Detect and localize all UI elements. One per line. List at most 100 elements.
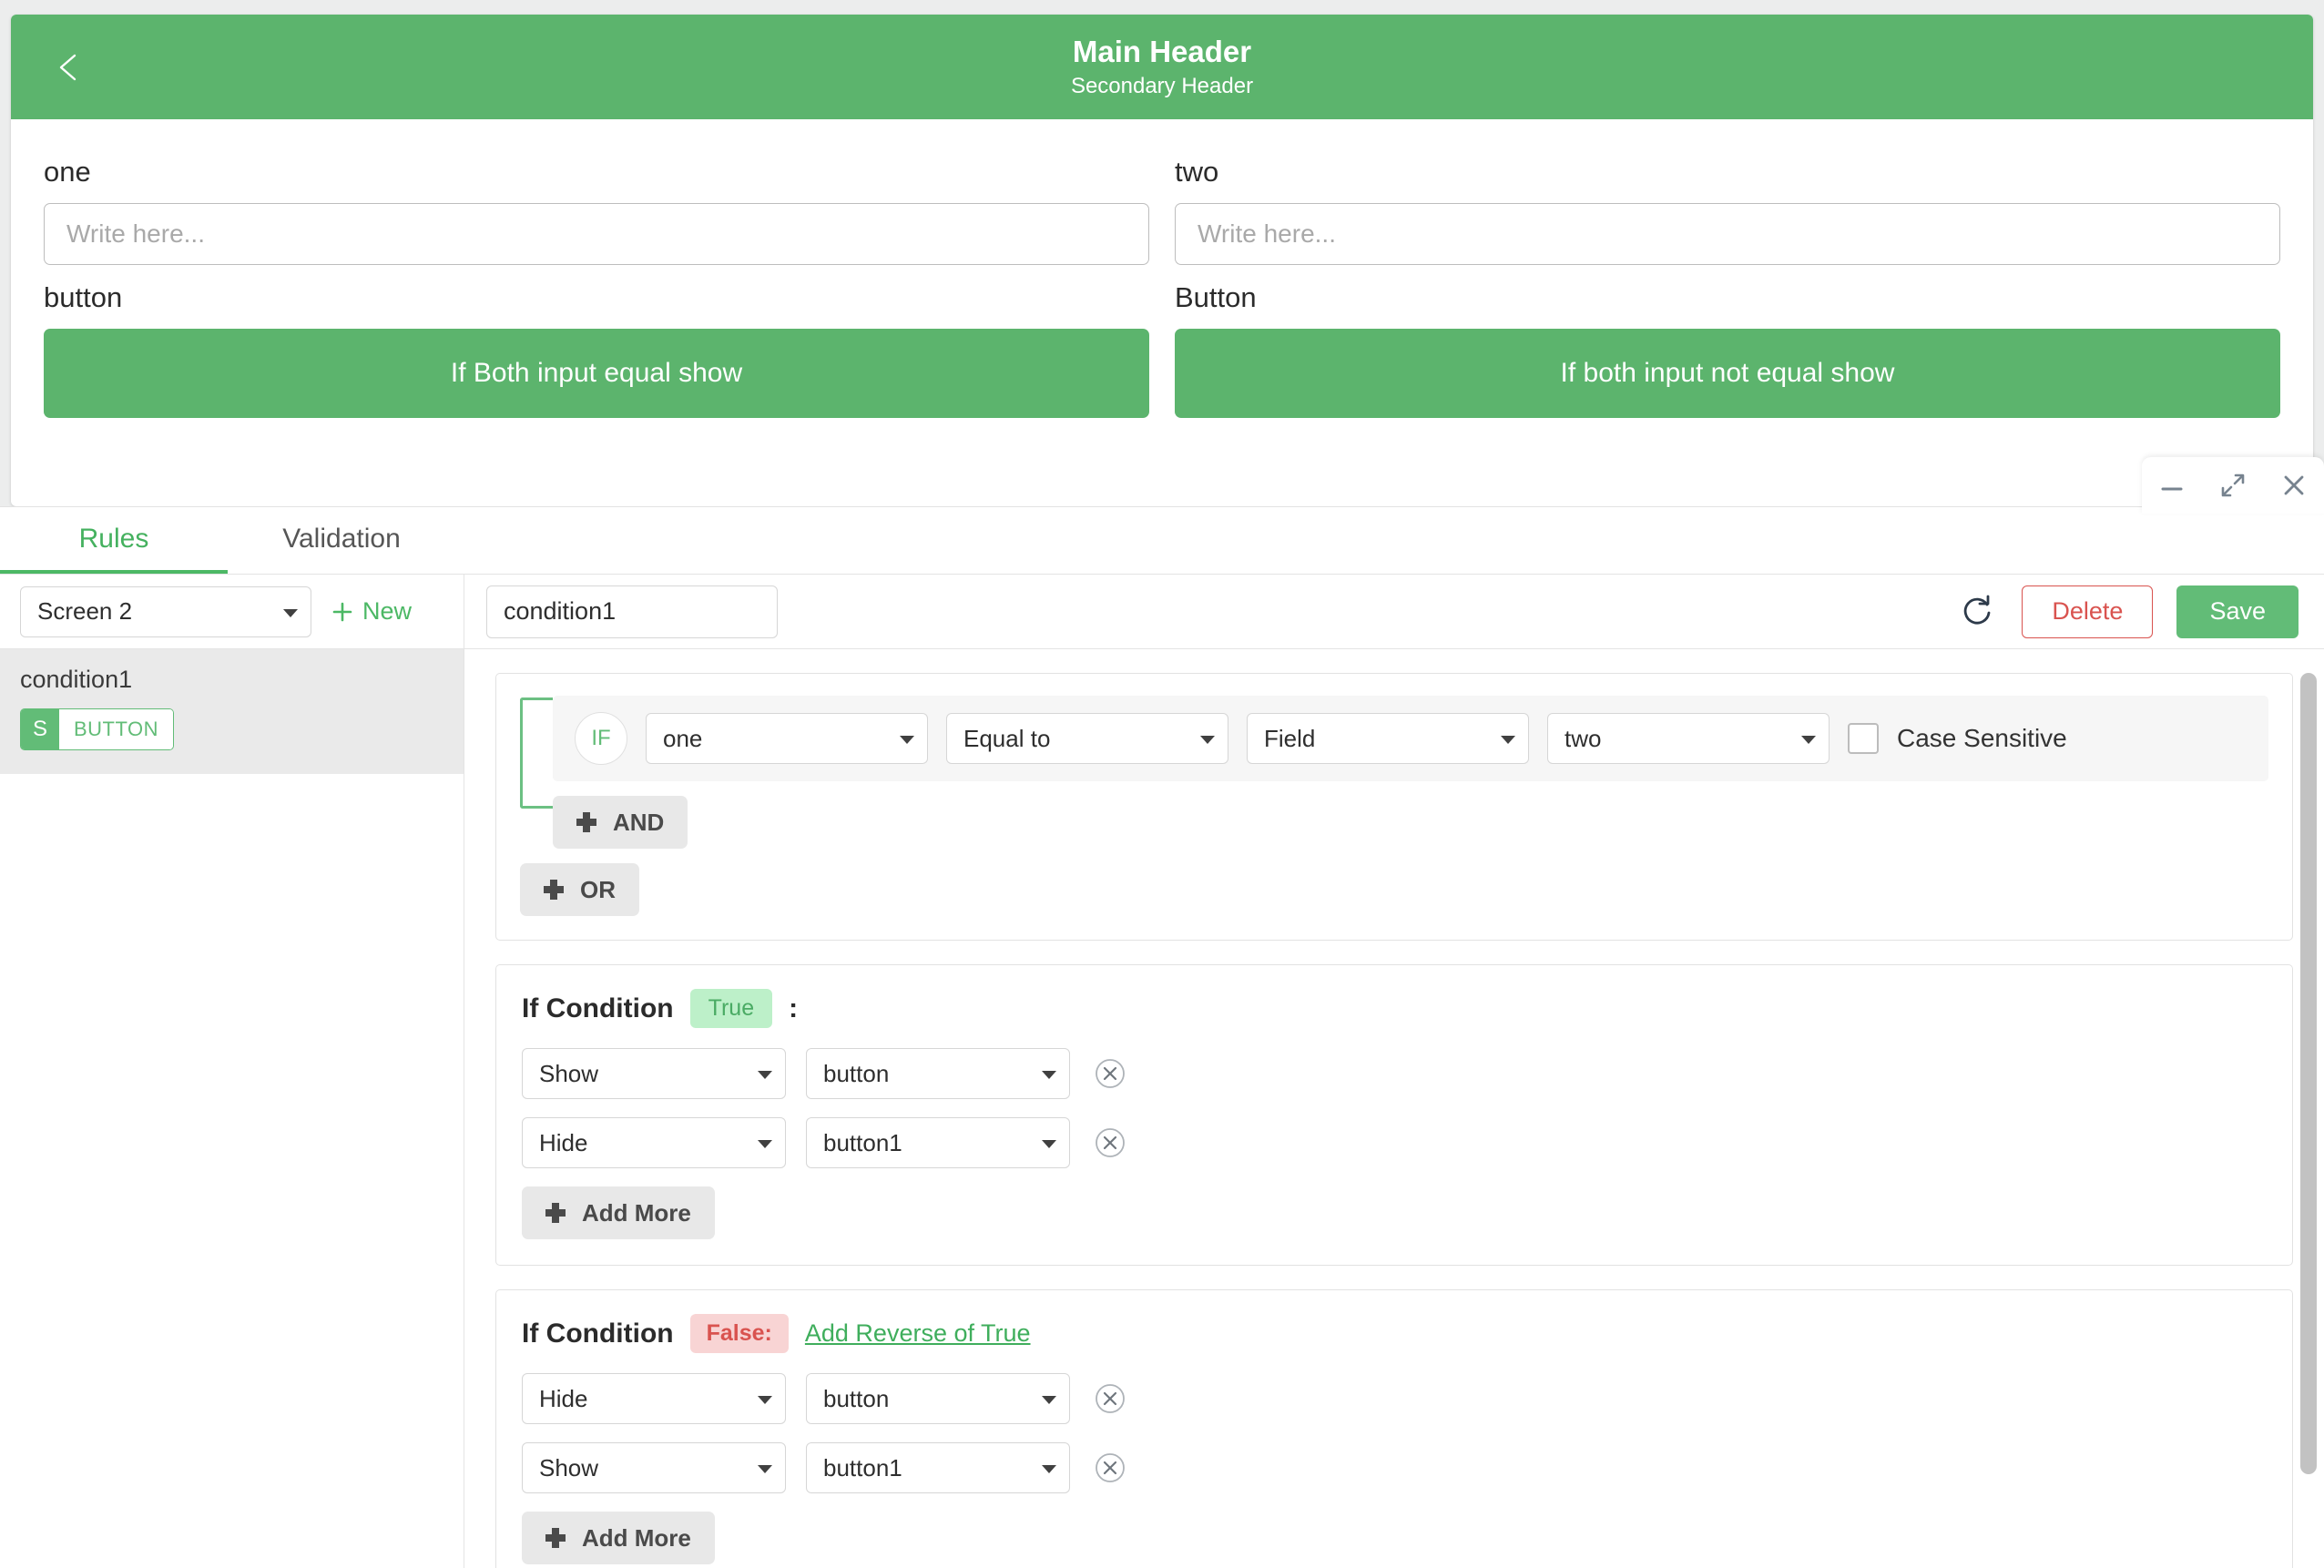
panel-body: condition1 S BUTTON IF one Equal to Fiel… bbox=[0, 649, 2324, 1568]
page-title: Main Header bbox=[1072, 34, 1252, 68]
remove-action-icon[interactable] bbox=[1090, 1448, 1130, 1488]
add-and-label: AND bbox=[613, 808, 665, 836]
sidebar-item-condition1[interactable]: condition1 S BUTTON bbox=[0, 649, 464, 774]
true-tag: True bbox=[689, 989, 773, 1028]
true-action-row-1: Show button bbox=[522, 1048, 2267, 1099]
badge-screen-letter: S bbox=[21, 709, 59, 749]
true-target-value-2: button1 bbox=[823, 1128, 902, 1156]
preview-card: Main Header Secondary Header one two bbox=[11, 15, 2313, 506]
remove-action-icon[interactable] bbox=[1090, 1379, 1130, 1419]
add-or-button[interactable]: OR bbox=[520, 863, 639, 916]
chevron-down-icon bbox=[1042, 1396, 1056, 1404]
remove-action-icon[interactable] bbox=[1090, 1123, 1130, 1163]
false-target-select-1[interactable]: button bbox=[806, 1373, 1070, 1424]
if-compare-type-value: Field bbox=[1264, 724, 1316, 752]
status-badge: S BUTTON bbox=[20, 708, 175, 750]
field-label-one: one bbox=[44, 156, 91, 188]
badge-element-type: BUTTON bbox=[59, 709, 174, 749]
save-button[interactable]: Save bbox=[2176, 585, 2299, 638]
true-colon: : bbox=[789, 993, 799, 1023]
field-group-one: one bbox=[44, 139, 1149, 265]
tab-rules[interactable]: Rules bbox=[0, 507, 228, 574]
preview-area: Main Header Secondary Header one two bbox=[0, 0, 2324, 506]
minimize-icon[interactable] bbox=[2153, 466, 2191, 504]
chevron-down-icon bbox=[1042, 1140, 1056, 1148]
input-one[interactable] bbox=[44, 203, 1149, 265]
if-condition-false-block: If Condition False: Add Reverse of True … bbox=[495, 1289, 2293, 1568]
close-icon[interactable] bbox=[2275, 466, 2313, 504]
app-banner: Main Header Secondary Header bbox=[11, 15, 2313, 119]
true-block-title: If Condition bbox=[522, 993, 674, 1023]
true-add-more-button[interactable]: Add More bbox=[522, 1186, 715, 1239]
plus-icon bbox=[545, 1203, 566, 1223]
true-add-more-label: Add More bbox=[582, 1198, 691, 1227]
condition-bracket bbox=[520, 697, 553, 809]
app-root: Main Header Secondary Header one two bbox=[0, 0, 2324, 1568]
true-action-select-2[interactable]: Hide bbox=[522, 1117, 786, 1168]
add-reverse-of-true-link[interactable]: Add Reverse of True bbox=[805, 1319, 1031, 1348]
chevron-down-icon bbox=[758, 1396, 772, 1404]
true-action-row-2: Hide button1 bbox=[522, 1117, 2267, 1168]
new-rule-label: New bbox=[362, 597, 413, 625]
field-row: one two bbox=[44, 139, 2280, 265]
false-add-more-button[interactable]: Add More bbox=[522, 1512, 715, 1564]
show-if-not-equal-button[interactable]: If both input not equal show bbox=[1175, 329, 2280, 418]
condition-name-input[interactable] bbox=[486, 585, 778, 638]
true-action-select-1[interactable]: Show bbox=[522, 1048, 786, 1099]
if-badge: IF bbox=[575, 712, 627, 765]
sidebar-item-label: condition1 bbox=[20, 666, 133, 693]
page-subtitle: Secondary Header bbox=[1070, 74, 1254, 99]
false-action-row-2: Show button1 bbox=[522, 1442, 2267, 1493]
true-target-value-1: button bbox=[823, 1059, 890, 1087]
add-and-button[interactable]: AND bbox=[553, 796, 688, 849]
false-action-value-1: Hide bbox=[539, 1384, 588, 1412]
screen-select-value: Screen 2 bbox=[37, 597, 133, 625]
refresh-icon[interactable] bbox=[1956, 591, 1998, 633]
false-target-value-2: button1 bbox=[823, 1453, 902, 1481]
true-target-select-2[interactable]: button1 bbox=[806, 1117, 1070, 1168]
remove-action-icon[interactable] bbox=[1090, 1054, 1130, 1094]
delete-button[interactable]: Delete bbox=[2022, 585, 2154, 638]
toolbar-middle bbox=[464, 585, 1956, 638]
input-two[interactable] bbox=[1175, 203, 2280, 265]
content-scrollbar[interactable] bbox=[2300, 673, 2317, 1474]
false-target-select-2[interactable]: button1 bbox=[806, 1442, 1070, 1493]
if-condition-row: IF one Equal to Field two Case Sensitive bbox=[553, 696, 2268, 781]
chevron-down-icon bbox=[1042, 1071, 1056, 1079]
chevron-down-icon bbox=[758, 1140, 772, 1148]
chevron-down-icon bbox=[758, 1071, 772, 1079]
rules-panel: Rules Validation Screen 2 New condition1… bbox=[0, 506, 2324, 1568]
if-operator-select[interactable]: Equal to bbox=[946, 713, 1228, 764]
false-action-select-2[interactable]: Show bbox=[522, 1442, 786, 1493]
if-field-value: one bbox=[663, 724, 703, 752]
case-sensitive-checkbox[interactable] bbox=[1848, 723, 1879, 754]
plus-icon bbox=[332, 602, 352, 621]
chevron-down-icon bbox=[1501, 736, 1515, 744]
button-group-two: Button If both input not equal show bbox=[1175, 265, 2280, 418]
if-field-select[interactable]: one bbox=[646, 713, 928, 764]
if-compare-type-select[interactable]: Field bbox=[1247, 713, 1529, 764]
screen-select[interactable]: Screen 2 bbox=[20, 585, 311, 637]
chevron-down-icon bbox=[283, 608, 298, 617]
show-if-equal-button[interactable]: If Both input equal show bbox=[44, 329, 1149, 418]
true-target-select-1[interactable]: button bbox=[806, 1048, 1070, 1099]
toolbar-right: Delete Save bbox=[1956, 585, 2299, 638]
new-rule-button[interactable]: New bbox=[331, 597, 412, 626]
false-block-header: If Condition False: Add Reverse of True bbox=[522, 1314, 2267, 1353]
conditions-sidebar: condition1 S BUTTON bbox=[0, 649, 464, 1568]
chevron-down-icon bbox=[1801, 736, 1816, 744]
false-action-select-1[interactable]: Hide bbox=[522, 1373, 786, 1424]
field-group-two: two bbox=[1175, 139, 2280, 265]
back-chevron-icon[interactable] bbox=[53, 51, 86, 84]
if-value-select[interactable]: two bbox=[1547, 713, 1830, 764]
button-group-one: button If Both input equal show bbox=[44, 265, 1149, 418]
expand-icon[interactable] bbox=[2214, 466, 2252, 504]
if-condition-block: IF one Equal to Field two Case Sensitive… bbox=[495, 673, 2293, 941]
true-action-value-2: Hide bbox=[539, 1128, 588, 1156]
add-or-label: OR bbox=[580, 875, 616, 903]
chevron-down-icon bbox=[900, 736, 914, 744]
button-label-one: button bbox=[44, 281, 123, 313]
chevron-down-icon bbox=[1200, 736, 1215, 744]
tab-validation[interactable]: Validation bbox=[228, 507, 455, 574]
field-label-two: two bbox=[1175, 156, 1219, 188]
